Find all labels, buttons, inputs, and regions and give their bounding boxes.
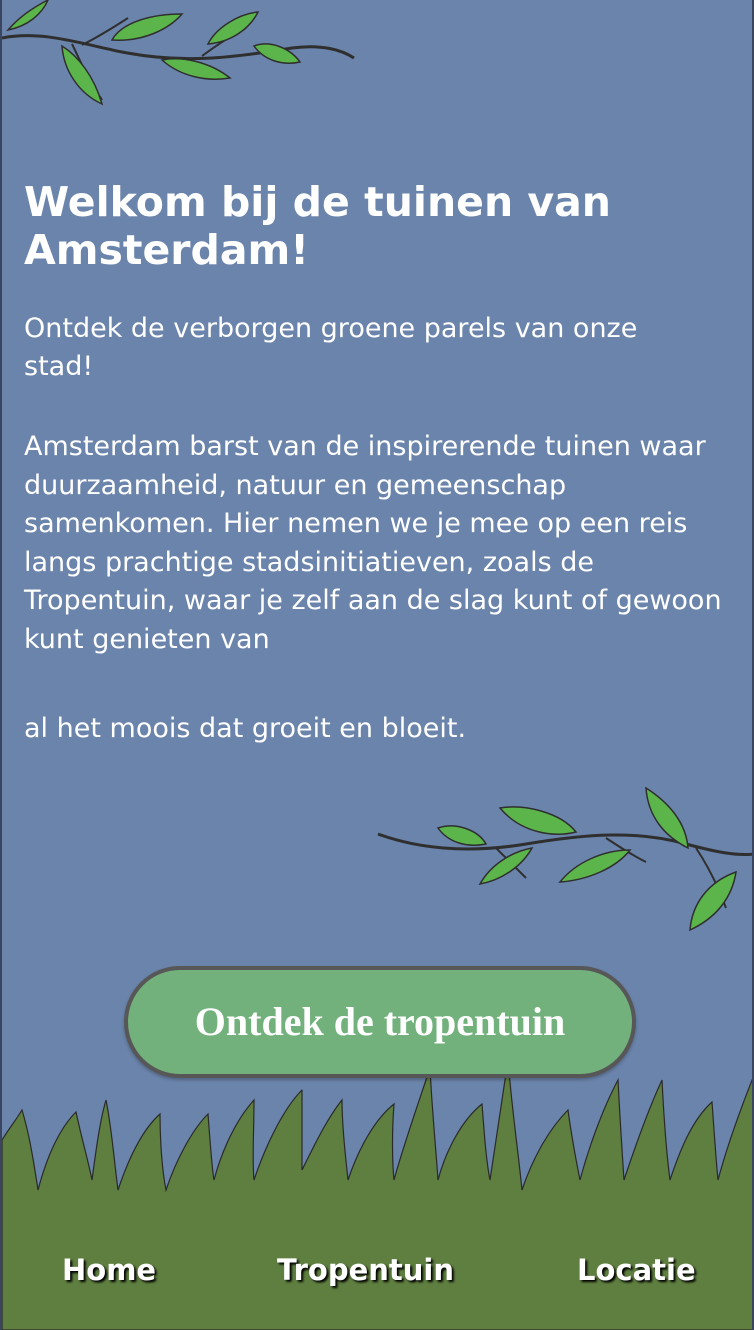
nav-locatie-link[interactable]: Locatie <box>577 1250 696 1290</box>
branch-middle-icon <box>377 786 752 932</box>
nav-home-link[interactable]: Home <box>62 1250 156 1290</box>
page: Welkom bij de tuinen van Amsterdam! Ontd… <box>0 0 754 1330</box>
bottom-navigation: Home Tropentuin Locatie <box>2 1250 752 1294</box>
intro-paragraph: Amsterdam barst van de inspirerende tuin… <box>24 431 722 655</box>
branch-top-icon <box>2 0 355 106</box>
discover-tropentuin-button[interactable]: Ontdek de tropentuin <box>124 966 636 1078</box>
page-subtitle: Ontdek de verborgen groene parels van on… <box>24 313 638 382</box>
outro-paragraph: al het moois dat groeit en bloeit. <box>24 713 467 744</box>
nav-tropentuin-link[interactable]: Tropentuin <box>277 1250 454 1290</box>
page-title: Welkom bij de tuinen van Amsterdam! <box>24 178 611 274</box>
